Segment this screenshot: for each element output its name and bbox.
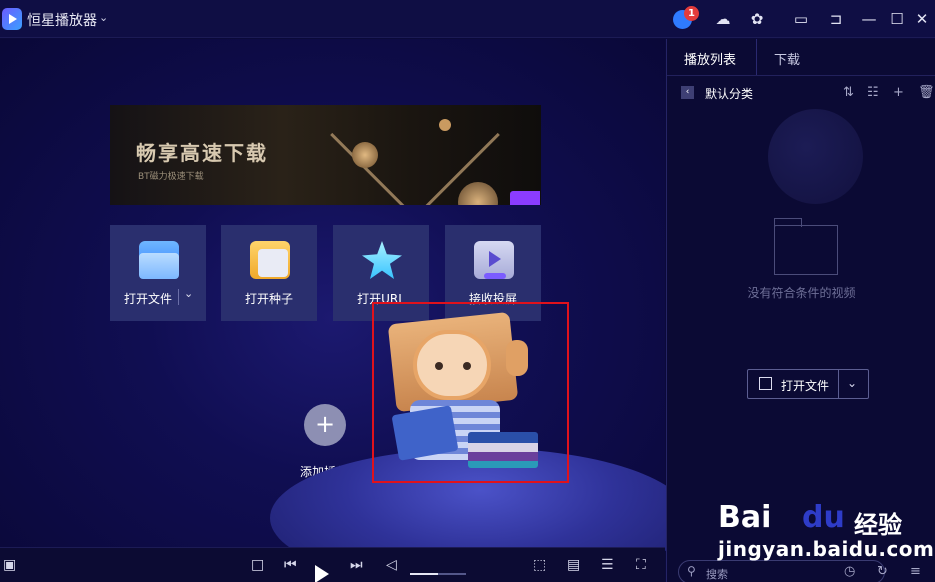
star-icon [362,241,402,279]
chevron-down-icon[interactable]: ⌄ [184,287,193,300]
moon-illustration [768,109,863,204]
notification-button[interactable]: 1 [673,6,699,29]
tab-download[interactable]: 下载 [774,49,800,68]
search-placeholder: 搜索 [706,568,728,581]
subtitle-icon[interactable]: ☰ [601,556,614,574]
screen-cast-icon [474,241,514,279]
notification-badge: 1 [684,6,699,21]
torrent-icon [250,241,290,279]
chevron-down-icon[interactable]: ⌄ [847,376,857,390]
wechat-icon[interactable]: ✿ [747,9,767,29]
cloud-download-icon[interactable]: ☁ [713,9,733,29]
toolbox-icon[interactable]: ▤ [567,556,580,574]
highlight-box [372,302,569,483]
divider [838,370,839,398]
sidebar-open-file-button[interactable]: 打开文件 ⌄ [747,369,869,399]
feedback-icon[interactable]: ▭ [791,9,811,29]
banner-orb [458,182,498,205]
banner-orb [439,119,451,131]
banner-subtitle: BT磁力极速下载 [138,172,204,182]
watermark-brand-du: du [802,500,845,535]
history-icon[interactable]: ◷ [844,564,855,579]
plugin-icon[interactable]: ⬚ [533,556,546,574]
empty-state-text: 没有符合条件的视频 [747,286,856,300]
category-title[interactable]: 默认分类 [705,85,753,102]
folder-icon [139,241,179,279]
baidu-watermark: Bai du 经验 jingyan.baidu.com [718,475,934,565]
watermark-url: jingyan.baidu.com [718,537,935,561]
divider [667,75,935,76]
tab-playlist[interactable]: 播放列表 [684,49,736,68]
open-file-label: 打开文件 [124,292,173,306]
next-icon[interactable]: ⏭ [350,556,363,574]
open-torrent-button[interactable]: 打开种子 [221,225,317,321]
banner-orb [352,142,378,168]
watermark-brand: Bai [718,500,772,535]
volume-slider-fill [410,573,438,575]
previous-icon[interactable]: ⏮ [284,556,297,574]
fullscreen-icon[interactable]: ⛶ [636,556,646,574]
promo-banner[interactable]: 畅享高速下载 BT磁力极速下载 [110,105,541,205]
volume-icon[interactable]: ◁ [386,556,397,574]
file-icon [759,377,772,390]
pin-icon[interactable]: ⊐ [826,9,846,29]
sort-icon[interactable]: ⇅ [843,85,854,100]
divider [178,289,179,305]
sidebar-open-file-label: 打开文件 [781,379,830,393]
add-icon[interactable]: + [893,85,904,100]
list-view-icon[interactable]: ☷ [867,85,879,100]
open-file-button[interactable]: 打开文件 ⌄ [110,225,206,321]
title-bar: 恒星播放器 ⌄ 1 ☁ ✿ ▭ ⊐ — ☐ ✕ [0,0,935,38]
watermark-brand-cn: 经验 [854,511,902,539]
open-torrent-label: 打开种子 [244,292,293,306]
divider [756,39,757,75]
empty-folder-icon [774,218,838,275]
search-icon: ⚲ [687,564,696,578]
play-button[interactable] [315,565,329,582]
banner-title: 畅享高速下载 [136,141,268,165]
banner-tag [510,191,540,205]
app-logo-icon [2,8,22,30]
close-icon[interactable]: ✕ [912,9,932,29]
playlist-toggle-icon[interactable]: ▣ [3,556,16,574]
maximize-icon[interactable]: ☐ [887,9,907,29]
loop-icon[interactable]: ↻ [877,564,888,579]
back-icon[interactable]: ‹ [681,86,694,99]
add-plugin-button[interactable]: + [304,404,346,446]
playlist-mode-icon[interactable]: ≡ [910,564,921,579]
app-title[interactable]: 恒星播放器 [27,10,97,30]
stop-icon[interactable]: □ [251,556,264,574]
chevron-down-icon[interactable]: ⌄ [99,11,108,24]
trash-icon[interactable]: 🗑 [918,85,935,100]
playback-bar: ▣ □ ⏮ ⏭ ◁ ⬚ ▤ ☰ ⛶ [0,547,665,582]
minimize-icon[interactable]: — [859,9,879,29]
